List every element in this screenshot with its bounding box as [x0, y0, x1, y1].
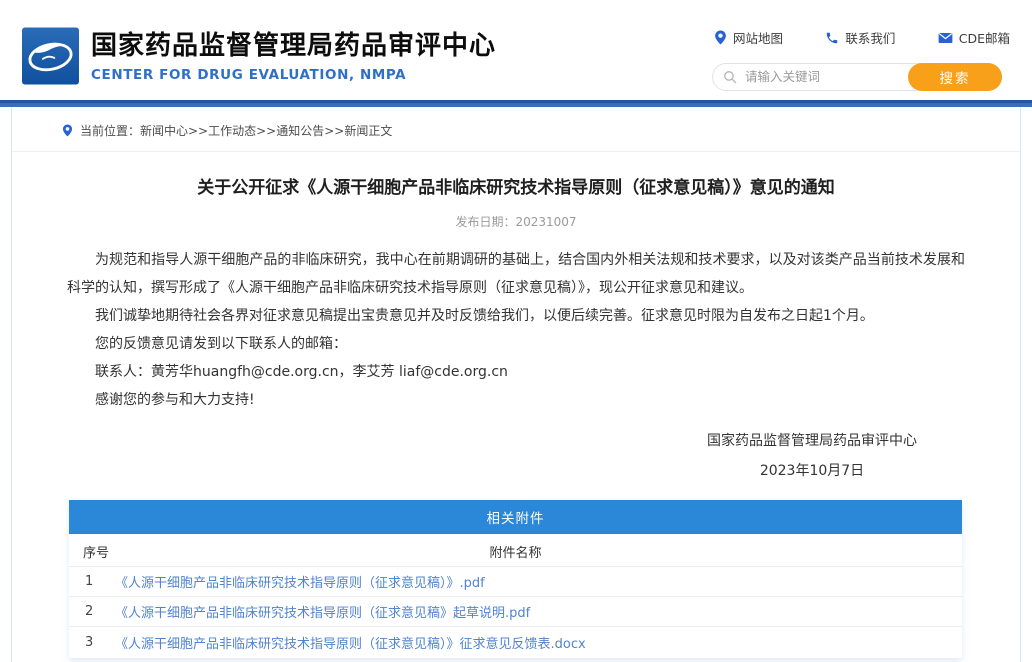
- attachment-link[interactable]: 《人源干细胞产品非临床研究技术指导原则（征求意见稿》起草说明.pdf: [115, 602, 530, 621]
- envelope-icon: [938, 32, 953, 44]
- brand: 国家药品监督管理局药品审评中心 CENTER FOR DRUG EVALUATI…: [22, 27, 496, 85]
- article-body: 为规范和指导人源干细胞产品的非临床研究，我中心在前期调研的基础上，结合国内外相关…: [67, 246, 965, 414]
- top-links: 网站地图 联系我们 CDE邮箱: [712, 28, 1012, 47]
- breadcrumb-label: 当前位置：新闻中心>>工作动态>>通知公告>>新闻正文: [80, 122, 392, 139]
- attachments-table: 相关附件 序号 附件名称 1 《人源干细胞产品非临床研究技术指导原则（征求意见稿…: [69, 500, 962, 658]
- site-header: 国家药品监督管理局药品审评中心 CENTER FOR DRUG EVALUATI…: [0, 0, 1032, 100]
- table-row: 2 《人源干细胞产品非临床研究技术指导原则（征求意见稿》起草说明.pdf: [69, 597, 962, 627]
- attachment-link[interactable]: 《人源干细胞产品非临床研究技术指导原则（征求意见稿）》征求意见反馈表.docx: [115, 633, 586, 652]
- mailbox-link[interactable]: CDE邮箱: [938, 28, 1010, 47]
- row-number: 1: [85, 574, 115, 589]
- location-pin-icon: [714, 30, 727, 45]
- row-number: 3: [85, 635, 115, 650]
- paragraph: 我们诚挚地期待社会各界对征求意见稿提出宝贵意见并及时反馈给我们，以便后续完善。征…: [67, 302, 965, 330]
- table-row: 1 《人源干细胞产品非临床研究技术指导原则（征求意见稿）》.pdf: [69, 567, 962, 597]
- search-icon: [723, 70, 737, 84]
- attachment-link[interactable]: 《人源干细胞产品非临床研究技术指导原则（征求意见稿）》.pdf: [115, 572, 485, 591]
- signature-date: 2023年10月7日: [707, 456, 917, 486]
- attachments-column-headers: 序号 附件名称: [69, 534, 962, 567]
- column-name: 附件名称: [69, 542, 962, 561]
- table-row: 3 《人源干细胞产品非临床研究技术指导原则（征求意见稿）》征求意见反馈表.doc…: [69, 627, 962, 658]
- mailbox-label: CDE邮箱: [959, 28, 1010, 47]
- content-container: 当前位置：新闻中心>>工作动态>>通知公告>>新闻正文 关于公开征求《人源干细胞…: [11, 107, 1021, 662]
- contact-label: 联系我们: [845, 28, 895, 47]
- breadcrumb-pin-icon: [62, 124, 73, 137]
- phone-icon: [825, 31, 839, 45]
- signature-block: 国家药品监督管理局药品审评中心 2023年10月7日: [67, 426, 965, 486]
- cde-logo-icon: [22, 27, 79, 85]
- sitemap-label: 网站地图: [733, 28, 783, 47]
- search-bar: 搜索: [712, 63, 1002, 91]
- breadcrumb: 当前位置：新闻中心>>工作动态>>通知公告>>新闻正文: [12, 107, 1020, 152]
- paragraph: 联系人：黄芳华huangfh@cde.org.cn，李艾芳 liaf@cde.o…: [67, 358, 965, 386]
- site-subtitle: CENTER FOR DRUG EVALUATION, NMPA: [91, 67, 496, 83]
- header-divider-bar: [0, 100, 1032, 107]
- publish-date: 发布日期：20231007: [67, 213, 965, 230]
- paragraph: 您的反馈意见请发到以下联系人的邮箱：: [67, 330, 965, 358]
- paragraph: 感谢您的参与和大力支持!: [67, 386, 965, 414]
- signature-org: 国家药品监督管理局药品审评中心: [707, 426, 917, 456]
- article-title: 关于公开征求《人源干细胞产品非临床研究技术指导原则（征求意见稿）》意见的通知: [67, 176, 965, 200]
- paragraph: 为规范和指导人源干细胞产品的非临床研究，我中心在前期调研的基础上，结合国内外相关…: [67, 246, 965, 302]
- article: 关于公开征求《人源干细胞产品非临床研究技术指导原则（征求意见稿）》意见的通知 发…: [12, 176, 1020, 486]
- row-number: 2: [85, 604, 115, 619]
- search-button[interactable]: 搜索: [908, 63, 1002, 91]
- site-title: 国家药品监督管理局药品审评中心: [91, 29, 496, 63]
- attachments-header: 相关附件: [69, 500, 962, 534]
- contact-link[interactable]: 联系我们: [825, 28, 895, 47]
- sitemap-link[interactable]: 网站地图: [714, 28, 783, 47]
